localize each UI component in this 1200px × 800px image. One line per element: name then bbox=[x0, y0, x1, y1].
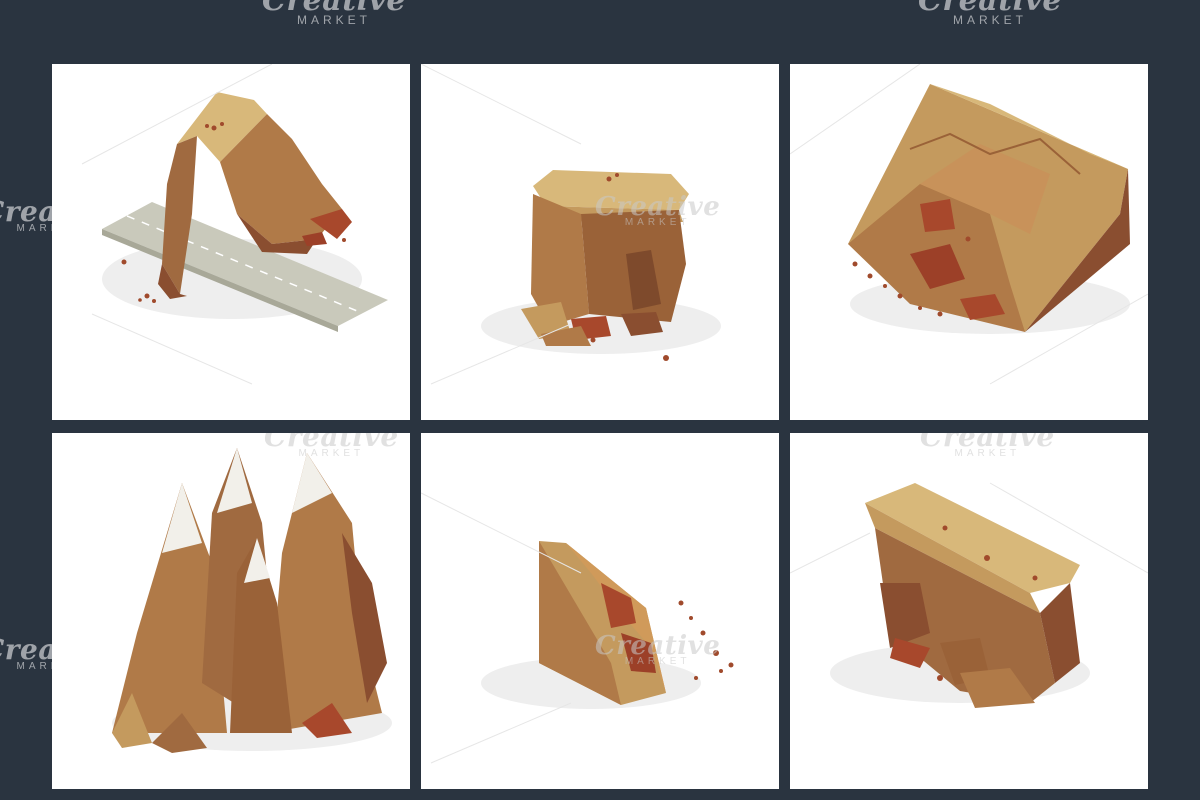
mesa-pillar-illustration bbox=[481, 170, 721, 361]
watermark-top-left: Creative MARKET bbox=[262, 0, 406, 27]
tile-cliff-slope bbox=[790, 64, 1148, 420]
tile-cliff-ledge: Creative MARKET bbox=[790, 433, 1148, 789]
landslide-wedge-illustration bbox=[481, 541, 734, 709]
tile-rock-arch bbox=[52, 64, 410, 420]
cliff-ledge-illustration bbox=[830, 483, 1090, 708]
cliff-slope-illustration bbox=[848, 84, 1130, 334]
rock-arch-illustration bbox=[102, 92, 388, 332]
watermark-top-right: Creative MARKET bbox=[918, 0, 1062, 27]
tile-mesa-pillar: Creative MARKET bbox=[421, 64, 779, 420]
preview-canvas: { "watermark": { "brand": "Creative", "m… bbox=[0, 0, 1200, 800]
tile-snow-peaks: Creative MARKET bbox=[52, 433, 410, 789]
tile-landslide-wedge: Creative MARKET bbox=[421, 433, 779, 789]
snow-peaks-illustration bbox=[112, 448, 392, 753]
